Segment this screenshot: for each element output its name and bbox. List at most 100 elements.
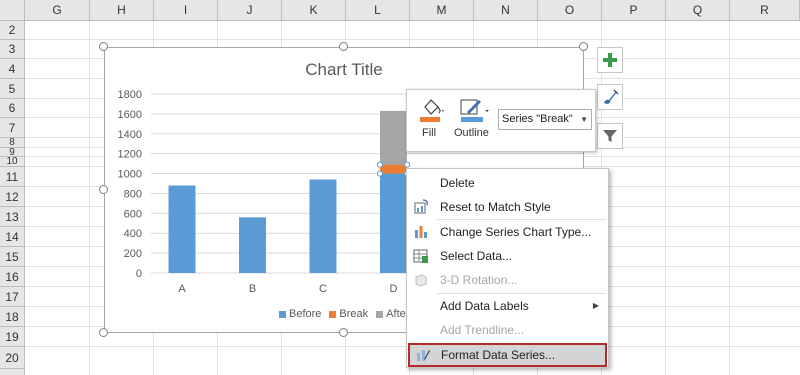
row-header[interactable]: 4 (0, 59, 24, 79)
x-tick-label: D (390, 283, 398, 295)
row-header[interactable]: 17 (0, 287, 24, 307)
series-selector-dropdown[interactable]: Series "Break" ▼ (498, 109, 592, 130)
column-header-q[interactable]: Q (666, 0, 730, 21)
menu-item-format-data-series[interactable]: Format Data Series... (408, 343, 607, 367)
select-data-icon (413, 249, 428, 263)
row-header[interactable]: 13 (0, 207, 24, 227)
chart-styles-button[interactable] (597, 84, 623, 110)
menu-item-select-data[interactable]: Select Data... (407, 244, 608, 268)
chart-styles-icon (604, 89, 619, 104)
format-series-icon (417, 350, 430, 361)
column-header-k[interactable]: K (282, 0, 346, 21)
legend-swatch-break (329, 310, 337, 318)
menu-item-delete-label: Delete (440, 176, 475, 190)
outline-button[interactable] (457, 96, 491, 124)
paint-bucket-icon (420, 99, 444, 122)
resize-handle-top-right[interactable] (579, 42, 588, 51)
bar-before-c[interactable] (309, 179, 337, 273)
row-header[interactable]: 18 (0, 307, 24, 327)
column-headers: G H I J K L M N O P Q R (25, 0, 800, 21)
menu-item-add-trendline-label: Add Trendline... (440, 323, 525, 337)
legend-swatch-after (376, 310, 384, 318)
row-header[interactable]: 10 (0, 157, 24, 167)
chart-elements-icon (603, 53, 617, 67)
row-header[interactable]: 5 (0, 79, 24, 99)
chart-type-icon (415, 226, 427, 238)
x-tick-label: B (249, 283, 256, 295)
y-tick-label: 600 (124, 208, 142, 220)
outline-label[interactable]: Outline (454, 127, 489, 139)
menu-item-reset-label: Reset to Match Style (440, 200, 551, 214)
fill-label[interactable]: Fill (422, 127, 436, 139)
mini-format-toolbar: Fill Outline Series "Break" ▼ (406, 89, 596, 152)
menu-item-change-series-chart-type[interactable]: Change Series Chart Type... (407, 220, 608, 244)
menu-item-3d-rotation[interactable]: 3-D Rotation... (407, 268, 608, 292)
bar-after-d[interactable] (380, 110, 407, 165)
chart-legend[interactable]: Before Break Afte (279, 308, 406, 320)
column-header-g[interactable]: G (25, 0, 90, 21)
legend-item-after[interactable]: Afte (376, 308, 406, 320)
menu-item-add-trendline[interactable]: Add Trendline... (407, 318, 608, 342)
y-tick-label: 800 (124, 188, 142, 200)
y-tick-label: 400 (124, 228, 142, 240)
resize-handle-top[interactable] (339, 42, 348, 51)
bar-before-d[interactable] (380, 173, 407, 273)
row-header[interactable]: 16 (0, 267, 24, 287)
menu-item-select-data-label: Select Data... (440, 249, 513, 263)
column-header-j[interactable]: J (218, 0, 282, 21)
y-tick-label: 1400 (118, 129, 142, 141)
row-header[interactable]: 6 (0, 99, 24, 118)
legend-item-before[interactable]: Before (279, 308, 321, 320)
resize-handle-top-left[interactable] (99, 42, 108, 51)
bar-before-a[interactable] (168, 185, 196, 273)
row-header[interactable]: 2 (0, 21, 24, 40)
legend-swatch-before (279, 310, 286, 318)
fill-button[interactable] (417, 96, 447, 124)
y-tick-label: 1800 (118, 89, 142, 101)
resize-handle-bottom-left[interactable] (99, 328, 108, 337)
legend-item-break[interactable]: Break (329, 308, 368, 320)
y-tick-label: 1000 (118, 169, 142, 181)
row-header[interactable]: 3 (0, 40, 24, 59)
menu-item-delete[interactable]: Delete (407, 171, 608, 195)
column-header-m[interactable]: M (410, 0, 474, 21)
row-header[interactable]: 12 (0, 187, 24, 207)
bar-break-d[interactable] (380, 164, 407, 174)
column-header-p[interactable]: P (602, 0, 666, 21)
row-header[interactable]: 19 (0, 327, 24, 347)
series-selector-value: Series "Break" (502, 113, 573, 125)
series-selection-handle (376, 170, 384, 177)
column-header-n[interactable]: N (474, 0, 538, 21)
row-header[interactable]: 14 (0, 227, 24, 247)
menu-item-add-data-labels-label: Add Data Labels (440, 299, 529, 313)
column-header-h[interactable]: H (90, 0, 154, 21)
chart-filters-button[interactable] (597, 123, 623, 149)
legend-label-after: Afte (386, 308, 406, 320)
menu-item-reset-to-match-style[interactable]: Reset to Match Style (407, 195, 608, 219)
y-tick-label: 200 (124, 248, 142, 260)
resize-handle-left[interactable] (99, 185, 108, 194)
rotation-3d-icon (415, 274, 427, 287)
resize-handle-bottom[interactable] (339, 328, 348, 337)
menu-item-format-data-series-label: Format Data Series... (441, 348, 556, 362)
row-header[interactable]: 7 (0, 118, 24, 138)
chart-filters-icon (603, 130, 617, 142)
y-tick-label: 1600 (118, 109, 142, 121)
row-header[interactable]: 20 (0, 347, 24, 369)
select-all-corner[interactable] (0, 0, 25, 21)
row-header[interactable]: 11 (0, 167, 24, 187)
submenu-arrow-icon: ▶ (592, 301, 599, 310)
menu-item-3d-rotation-label: 3-D Rotation... (440, 273, 518, 287)
column-header-l[interactable]: L (346, 0, 410, 21)
row-header[interactable]: 15 (0, 247, 24, 267)
column-header-o[interactable]: O (538, 0, 602, 21)
series-selection-handle (403, 161, 411, 168)
column-header-r[interactable]: R (730, 0, 800, 21)
y-tick-label: 1200 (118, 149, 142, 161)
series-selection-handle (376, 161, 384, 168)
column-header-i[interactable]: I (154, 0, 218, 21)
reset-style-icon (414, 199, 429, 214)
menu-item-add-data-labels[interactable]: Add Data Labels ▶ (407, 294, 608, 318)
chart-elements-button[interactable] (597, 47, 623, 73)
bar-before-b[interactable] (239, 217, 266, 273)
